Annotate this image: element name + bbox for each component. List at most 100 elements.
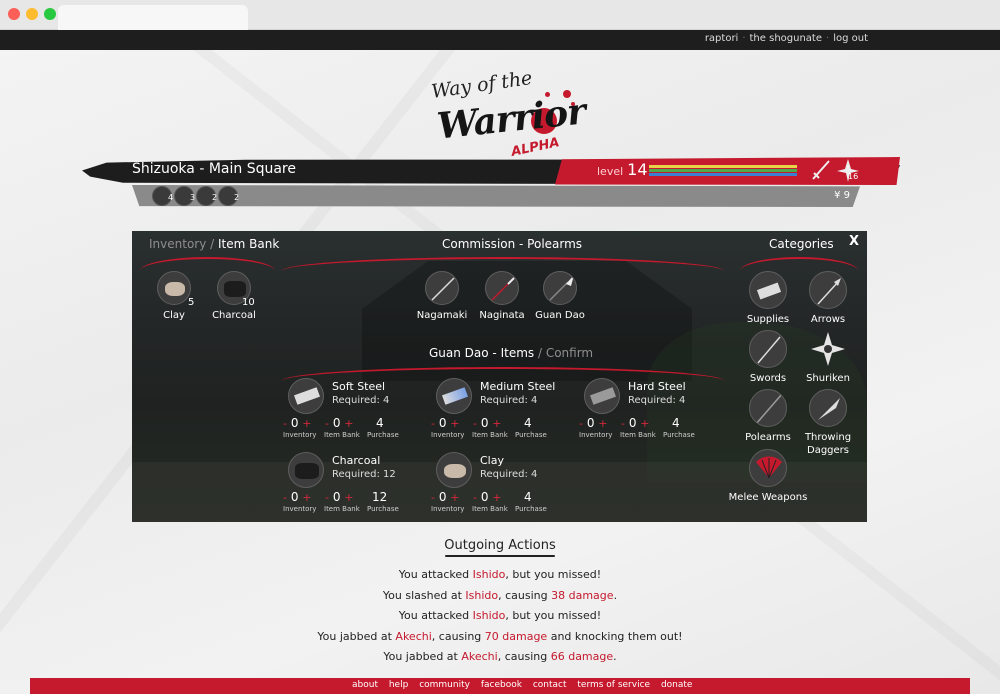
bank-stepper[interactable]: - 0 + [325, 490, 354, 504]
category-arrows[interactable]: Arrows [788, 271, 867, 326]
browser-tab[interactable] [58, 5, 248, 30]
logout-link[interactable]: log out [833, 33, 868, 44]
stat-bars [649, 165, 797, 177]
quick-items-bar: 4 3 2 2 ¥ 9 [132, 185, 860, 207]
clay-icon [436, 452, 472, 488]
requirements-header: Guan Dao - Items / Confirm [429, 346, 593, 360]
inventory-tab[interactable]: Inventory / [149, 237, 214, 251]
minimize-window-icon[interactable] [26, 8, 38, 20]
maximize-window-icon[interactable] [44, 8, 56, 20]
level-indicator: level 14 [597, 160, 648, 179]
inventory-caption: Inventory [431, 431, 465, 439]
footer-link-community[interactable]: community [419, 680, 470, 690]
weapon-guan-dao[interactable]: Guan Dao [520, 271, 600, 322]
decrement-button[interactable]: - [431, 491, 435, 504]
target-link[interactable]: Akechi [461, 650, 497, 663]
footer-link-facebook[interactable]: facebook [481, 680, 522, 690]
energy-bar [649, 173, 797, 176]
decrement-button[interactable]: - [473, 491, 477, 504]
damage-text: 70 damage [484, 629, 548, 643]
footer-link-contact[interactable]: contact [533, 680, 567, 690]
footer-link-terms[interactable]: terms of service [577, 680, 650, 690]
increment-button[interactable]: + [450, 417, 459, 430]
confirm-tab[interactable]: / Confirm [538, 346, 593, 360]
action-row: You jabbed at Akechi, causing 70 damage … [300, 627, 700, 648]
increment-button[interactable]: + [344, 491, 353, 504]
health-bar [649, 169, 797, 172]
outgoing-actions: Outgoing Actions You attacked Ishido, bu… [300, 538, 700, 668]
purchase-qty: 4 [376, 416, 384, 430]
requirement-count: Required: 12 [332, 469, 396, 480]
target-link[interactable]: Ishido [465, 589, 498, 602]
action-row: You slashed at Ishido, causing 38 damage… [300, 586, 700, 607]
categories-header: Categories [769, 237, 834, 251]
action-text: and knocking them out! [547, 629, 683, 643]
game-page: raptori · the shogunate · log out Way of the… [0, 30, 1000, 694]
action-text: You jabbed at [383, 650, 462, 664]
increment-button[interactable]: + [344, 417, 353, 430]
decrement-button[interactable]: - [283, 491, 287, 504]
inventory-stepper[interactable]: - 0 + [431, 416, 460, 430]
item-count: 10 [242, 297, 255, 308]
bank-stepper[interactable]: - 0 + [473, 416, 502, 430]
footer-link-donate[interactable]: donate [661, 680, 693, 690]
user-link[interactable]: raptori [705, 33, 739, 44]
inventory-item-charcoal[interactable]: 10 Charcoal [194, 271, 274, 322]
bank-stepper[interactable]: - 0 + [621, 416, 650, 430]
target-link[interactable]: Akechi [395, 630, 431, 643]
bank-caption: Item Bank [324, 505, 360, 513]
increment-button[interactable]: + [302, 417, 311, 430]
increment-button[interactable]: + [450, 491, 459, 504]
bank-stepper[interactable]: - 0 + [325, 416, 354, 430]
footer-link-about[interactable]: about [352, 680, 378, 690]
decrement-button[interactable]: - [325, 491, 329, 504]
commission-divider [282, 257, 724, 271]
requirement-count: Required: 4 [480, 469, 538, 480]
bank-stepper[interactable]: - 0 + [473, 490, 502, 504]
category-throwing-daggers[interactable]: Throwing Daggers [788, 389, 867, 457]
fan-icon [749, 449, 787, 487]
hard-steel-icon [584, 378, 620, 414]
weapon-label: Guan Dao [535, 310, 585, 321]
shuriken-icon [809, 330, 847, 368]
close-panel-button[interactable]: X [849, 234, 859, 249]
target-link[interactable]: Ishido [473, 609, 506, 622]
decrement-button[interactable]: - [579, 417, 583, 430]
arrow-icon [809, 271, 847, 309]
inventory-stepper[interactable]: - 0 + [579, 416, 608, 430]
decrement-button[interactable]: - [621, 417, 625, 430]
requirement-count: Required: 4 [480, 395, 538, 406]
decrement-button[interactable]: - [473, 417, 477, 430]
inventory-qty: 0 [586, 416, 595, 430]
shogunate-link[interactable]: the shogunate [750, 33, 822, 44]
item-bank-tab[interactable]: Item Bank [218, 237, 279, 251]
decrement-button[interactable]: - [431, 417, 435, 430]
increment-button[interactable]: + [302, 491, 311, 504]
action-text: You attacked [398, 609, 473, 623]
inventory-stepper[interactable]: - 0 + [283, 490, 312, 504]
purchase-caption: Purchase [515, 431, 547, 439]
increment-button[interactable]: + [598, 417, 607, 430]
increment-button[interactable]: + [492, 491, 501, 504]
bank-qty: 0 [332, 416, 341, 430]
category-shuriken[interactable]: Shuriken [788, 330, 867, 385]
damage-text: 66 damage [550, 650, 614, 664]
category-melee-weapons[interactable]: Melee Weapons [728, 449, 808, 504]
sword-icon[interactable] [809, 157, 833, 183]
inventory-stepper[interactable]: - 0 + [283, 416, 312, 430]
footer: about help community facebook contact te… [30, 678, 970, 694]
close-window-icon[interactable] [8, 8, 20, 20]
clay-icon [157, 271, 191, 305]
decrement-button[interactable]: - [325, 417, 329, 430]
footer-link-help[interactable]: help [389, 680, 408, 690]
increment-button[interactable]: + [492, 417, 501, 430]
decrement-button[interactable]: - [283, 417, 287, 430]
mushroom-count: 2 [212, 193, 218, 202]
target-link[interactable]: Ishido [473, 568, 506, 581]
action-text: . [613, 650, 617, 664]
top-nav: raptori · the shogunate · log out [0, 30, 1000, 50]
location-title: Shizuoka - Main Square [132, 161, 296, 177]
naginata-icon [485, 271, 519, 305]
inventory-stepper[interactable]: - 0 + [431, 490, 460, 504]
increment-button[interactable]: + [640, 417, 649, 430]
